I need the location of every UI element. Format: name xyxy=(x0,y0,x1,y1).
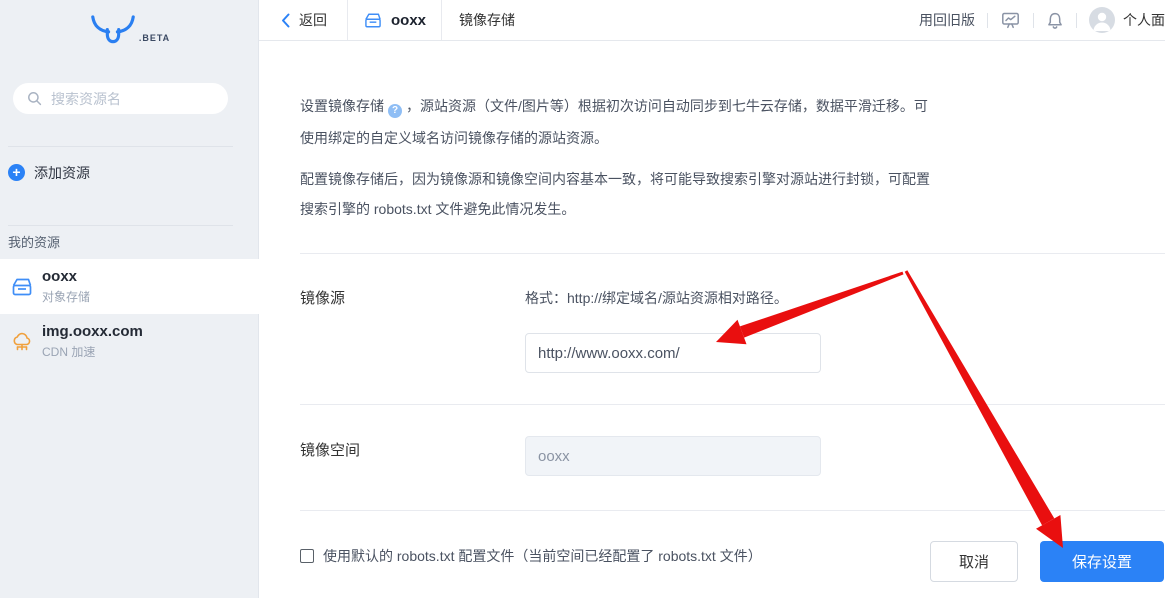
logo-beta-label: .BETA xyxy=(139,33,170,43)
section-divider xyxy=(300,253,1165,254)
intro-paragraph-2-line-2: 搜索引擎的 robots.txt 文件避免此情况发生。 xyxy=(300,199,575,219)
topbar-divider xyxy=(1033,13,1034,28)
resource-type: CDN 加速 xyxy=(42,343,143,360)
robots-checkbox[interactable] xyxy=(300,549,314,563)
intro-text: ，源站资源（文件/图片等）根据初次访问自动同步到七牛云存储，数据平滑迁移。可 xyxy=(406,98,928,114)
chevron-left-icon xyxy=(281,13,290,28)
intro-paragraph-2-line-1: 配置镜像存储后，因为镜像源和镜像空间内容基本一致，将可能导致搜索引擎对源站进行封… xyxy=(300,169,930,189)
save-settings-button[interactable]: 保存设置 xyxy=(1040,541,1164,582)
mirror-space-input xyxy=(525,436,821,476)
sidebar-item-cdn-domain[interactable]: img.ooxx.com CDN 加速 xyxy=(0,314,259,369)
intro-text: 设置镜像存储 xyxy=(300,98,384,114)
topbar-right: 用回旧版 xyxy=(919,7,1165,33)
topbar-divider xyxy=(1076,13,1077,28)
person-icon xyxy=(1089,7,1115,33)
page-title: 镜像存储 xyxy=(442,10,532,30)
help-icon[interactable]: ? xyxy=(388,104,402,118)
sidebar-divider xyxy=(8,225,233,226)
back-button[interactable]: 返回 xyxy=(259,0,347,41)
topbar-divider xyxy=(987,13,988,28)
mirror-source-input[interactable] xyxy=(525,333,821,373)
my-resources-title: 我的资源 xyxy=(8,232,60,251)
storage-icon xyxy=(10,276,34,298)
avatar[interactable] xyxy=(1089,7,1115,33)
add-resource-button[interactable]: 添加资源 xyxy=(8,153,251,192)
storage-icon xyxy=(363,11,383,30)
presentation-chart-icon xyxy=(1000,10,1021,30)
search-input[interactable] xyxy=(51,91,211,107)
search-box[interactable] xyxy=(13,83,228,114)
resource-name: ooxx xyxy=(42,268,90,285)
old-version-link[interactable]: 用回旧版 xyxy=(919,10,975,30)
bucket-name: ooxx xyxy=(391,12,426,29)
section-divider xyxy=(300,404,1165,405)
mirror-source-label: 镜像源 xyxy=(300,287,345,308)
logo-bull-icon xyxy=(89,12,137,46)
search-icon xyxy=(27,91,42,106)
main-content: 设置镜像存储? ，源站资源（文件/图片等）根据初次访问自动同步到七牛云存储，数据平… xyxy=(259,41,1165,598)
announcement-button[interactable] xyxy=(1000,10,1021,30)
plus-icon xyxy=(8,164,25,181)
intro-paragraph-1-line-1: 设置镜像存储? ，源站资源（文件/图片等）根据初次访问自动同步到七牛云存储，数据平… xyxy=(300,96,928,118)
resource-type: 对象存储 xyxy=(42,288,90,305)
sidebar-divider xyxy=(8,146,233,147)
intro-paragraph-1-line-2: 使用绑定的自定义域名访问镜像存储的源站资源。 xyxy=(300,128,608,148)
notifications-button[interactable] xyxy=(1046,11,1064,30)
sidebar-item-bucket-ooxx[interactable]: ooxx 对象存储 xyxy=(0,259,259,314)
user-menu-label[interactable]: 个人面 xyxy=(1123,10,1165,30)
section-divider xyxy=(300,510,1165,511)
mirror-space-label: 镜像空间 xyxy=(300,439,360,460)
logo: .BETA xyxy=(0,12,259,46)
back-label: 返回 xyxy=(299,10,327,30)
cdn-icon xyxy=(10,331,34,353)
resource-name: img.ooxx.com xyxy=(42,323,143,340)
bucket-title: ooxx xyxy=(348,0,441,41)
add-resource-label: 添加资源 xyxy=(34,163,90,183)
cancel-button[interactable]: 取消 xyxy=(930,541,1018,582)
mirror-source-format-hint: 格式：http://绑定域名/源站资源相对路径。 xyxy=(525,288,788,308)
robots-checkbox-row: 使用默认的 robots.txt 配置文件（当前空间已经配置了 robots.t… xyxy=(300,546,762,566)
bell-icon xyxy=(1046,11,1064,30)
sidebar: .BETA 添加资源 我的资源 ooxx 对象存储 xyxy=(0,0,259,598)
robots-checkbox-label: 使用默认的 robots.txt 配置文件（当前空间已经配置了 robots.t… xyxy=(323,546,762,566)
topbar: 返回 ooxx 镜像存储 用回旧版 xyxy=(259,0,1165,41)
